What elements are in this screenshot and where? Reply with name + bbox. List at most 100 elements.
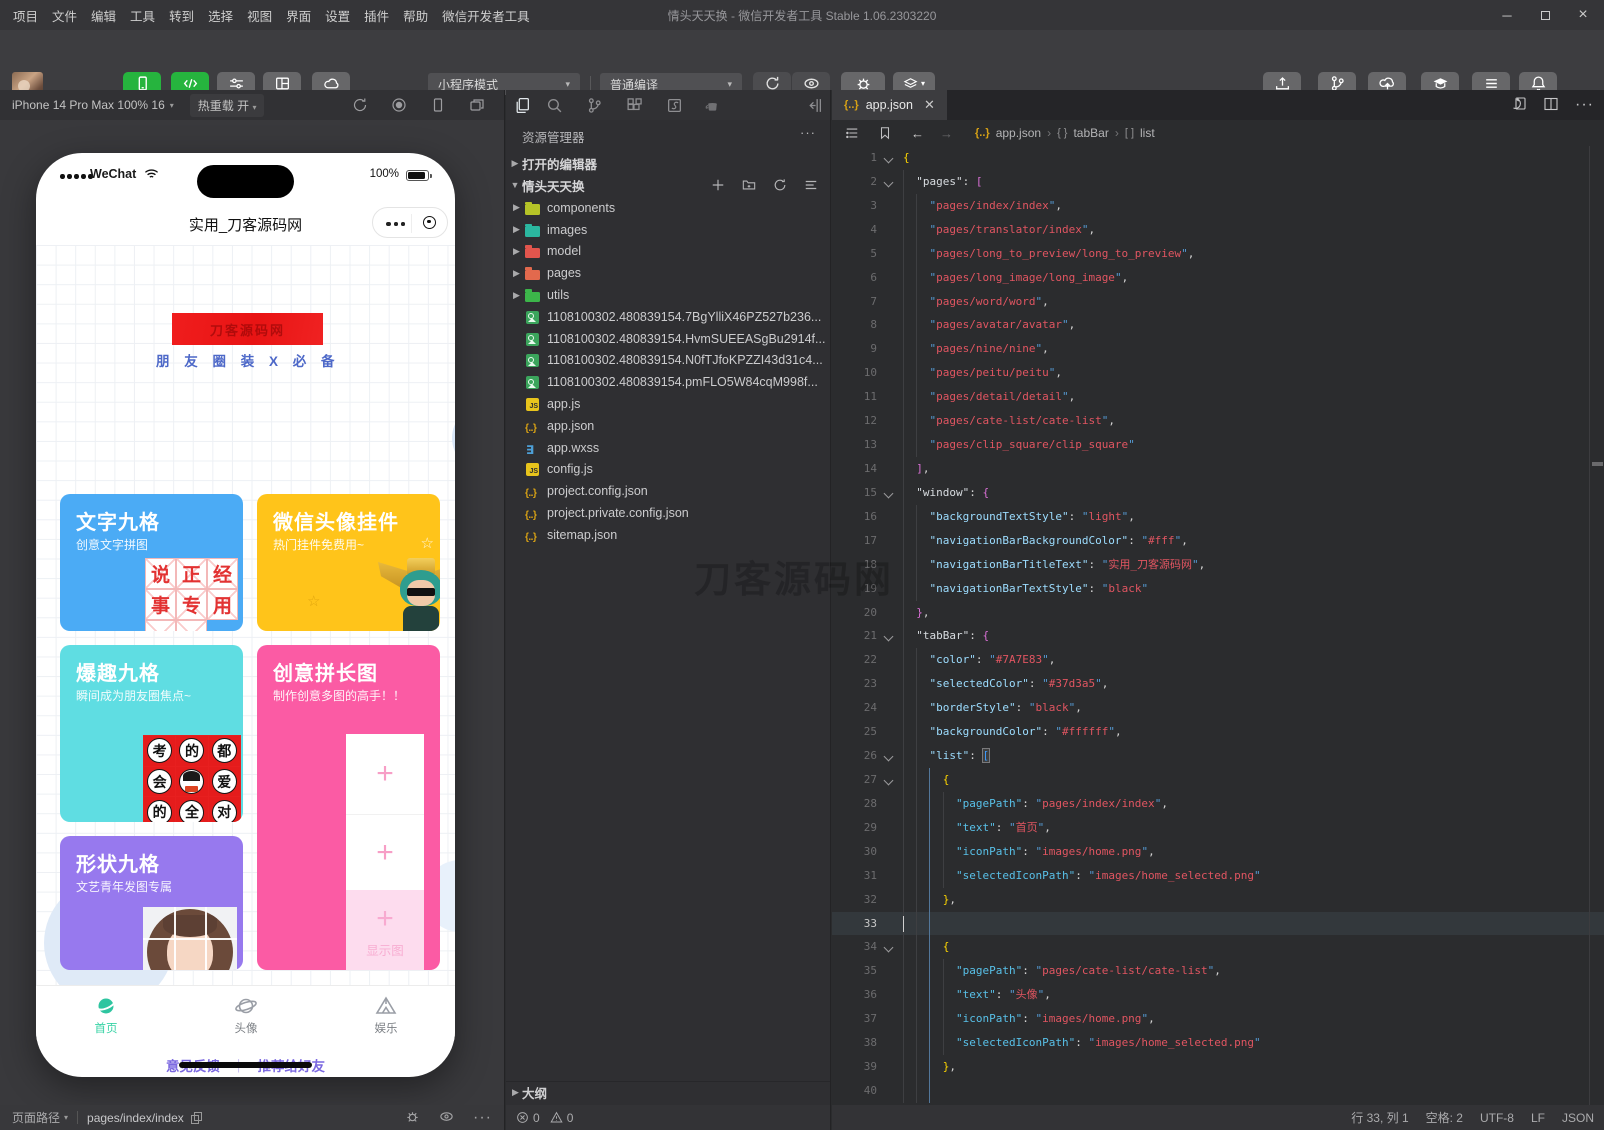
code-line-17[interactable]: 17 "navigationBarBackgroundColor": "#fff… <box>832 529 1604 553</box>
tree-item-1108100302.480839154[interactable]: 1108100302.480839154.N0fTJfoKPZZI43d31c4… <box>506 350 830 372</box>
code-line-36[interactable]: 36 "text": "头像", <box>832 983 1604 1007</box>
tree-item-config.js[interactable]: JSconfig.js <box>506 459 830 481</box>
outline-section[interactable]: ▶大纲 <box>506 1081 830 1103</box>
outline-list-icon[interactable] <box>845 126 859 140</box>
open-changes-icon[interactable] <box>1511 96 1527 114</box>
nav-back-icon[interactable]: ← <box>911 126 924 141</box>
card-3[interactable]: 创意拼长图制作创意多图的高手！！+++显示图 <box>257 645 440 970</box>
record-icon[interactable] <box>391 97 407 113</box>
minimize-button[interactable]: ─ <box>1500 8 1514 23</box>
breadcrumb-file[interactable]: app.json <box>996 126 1041 140</box>
nav-forward-icon[interactable]: → <box>940 126 953 141</box>
menu-0[interactable]: 项目 <box>13 6 38 25</box>
visibility-icon[interactable] <box>439 1109 454 1127</box>
bookmark-icon[interactable] <box>878 126 892 140</box>
files-activity-icon[interactable] <box>514 97 531 114</box>
code-line-20[interactable]: 20 }, <box>832 601 1604 625</box>
git-activity-icon[interactable] <box>586 97 603 114</box>
breadcrumb-node2[interactable]: list <box>1140 126 1155 140</box>
code-line-26[interactable]: 26 "list": [ <box>832 744 1604 768</box>
tree-item-utils[interactable]: ▶utils <box>506 284 830 306</box>
close-button[interactable]: × <box>1576 6 1590 24</box>
refresh-icon[interactable] <box>773 178 787 192</box>
code-line-31[interactable]: 31 "selectedIconPath": "images/home_sele… <box>832 864 1604 888</box>
code-line-2[interactable]: 2 "pages": [ <box>832 170 1604 194</box>
banner-image[interactable]: 刀客源码网 <box>172 313 323 345</box>
code-line-24[interactable]: 24 "borderStyle": "black", <box>832 696 1604 720</box>
tree-item-1108100302.480839154[interactable]: 1108100302.480839154.pmFLO5W84cqM998f... <box>506 371 830 393</box>
phone-tab-0[interactable]: 首页 <box>66 994 146 1036</box>
tree-item-project.private.conf[interactable]: {..}project.private.config.json <box>506 502 830 524</box>
menu-10[interactable]: 帮助 <box>403 6 428 25</box>
status-lang[interactable]: JSON <box>1562 1111 1594 1125</box>
tree-item-components[interactable]: ▶components <box>506 197 830 219</box>
code-line-38[interactable]: 38 "selectedIconPath": "images/home_sele… <box>832 1031 1604 1055</box>
multi-window-icon[interactable] <box>469 97 485 113</box>
project-section[interactable]: ▼情头天天换 <box>506 174 830 196</box>
code-line-27[interactable]: 27 { <box>832 768 1604 792</box>
capsule-menu[interactable] <box>372 207 448 238</box>
code-line-33[interactable]: 33 <box>832 912 1604 936</box>
code-line-8[interactable]: 8 "pages/avatar/avatar", <box>832 313 1604 337</box>
editor-more-icon[interactable]: ··· <box>1575 96 1594 114</box>
code-line-10[interactable]: 10 "pages/peitu/peitu", <box>832 361 1604 385</box>
menu-8[interactable]: 设置 <box>325 6 350 25</box>
device-selector[interactable]: iPhone 14 Pro Max 100% 16 <box>0 98 165 112</box>
card-0[interactable]: 文字九格创意文字拼图说正经事专用 <box>60 494 243 631</box>
tree-item-images[interactable]: ▶images <box>506 219 830 241</box>
code-editor[interactable]: 1{2 "pages": [3 "pages/index/index",4 "p… <box>832 146 1604 1105</box>
more-icon[interactable]: ··· <box>473 1109 492 1127</box>
code-line-5[interactable]: 5 "pages/long_to_preview/long_to_preview… <box>832 242 1604 266</box>
card-4[interactable]: 形状九格文艺青年发图专属 <box>60 836 243 970</box>
tree-item-sitemap.json[interactable]: {..}sitemap.json <box>506 524 830 546</box>
code-line-37[interactable]: 37 "iconPath": "images/home.png", <box>832 1007 1604 1031</box>
code-line-1[interactable]: 1{ <box>832 146 1604 170</box>
code-line-39[interactable]: 39 }, <box>832 1055 1604 1079</box>
errors-count[interactable]: 0 <box>516 1111 540 1125</box>
code-line-3[interactable]: 3 "pages/index/index", <box>832 194 1604 218</box>
code-line-30[interactable]: 30 "iconPath": "images/home.png", <box>832 840 1604 864</box>
code-line-23[interactable]: 23 "selectedColor": "#37d3a5", <box>832 672 1604 696</box>
menu-3[interactable]: 工具 <box>130 6 155 25</box>
tab-appjson[interactable]: {..} app.json ✕ <box>832 90 947 120</box>
code-line-9[interactable]: 9 "pages/nine/nine", <box>832 337 1604 361</box>
explorer-more-icon[interactable]: ··· <box>800 125 816 140</box>
code-line-12[interactable]: 12 "pages/cate-list/cate-list", <box>832 409 1604 433</box>
hot-reload-toggle[interactable]: 热重载 开 ▾ <box>190 94 265 117</box>
tree-item-model[interactable]: ▶model <box>506 241 830 263</box>
code-line-6[interactable]: 6 "pages/long_image/long_image", <box>832 266 1604 290</box>
code-line-25[interactable]: 25 "backgroundColor": "#ffffff", <box>832 720 1604 744</box>
tree-item-app.js[interactable]: JSapp.js <box>506 393 830 415</box>
debug-icon[interactable] <box>405 1109 420 1127</box>
status-eol[interactable]: LF <box>1531 1111 1545 1125</box>
status-encoding[interactable]: UTF-8 <box>1480 1111 1514 1125</box>
code-line-7[interactable]: 7 "pages/word/word", <box>832 290 1604 314</box>
code-line-28[interactable]: 28 "pagePath": "pages/index/index", <box>832 792 1604 816</box>
code-line-29[interactable]: 29 "text": "首页", <box>832 816 1604 840</box>
npm-activity-icon[interactable] <box>666 97 683 114</box>
code-line-16[interactable]: 16 "backgroundTextStyle": "light", <box>832 505 1604 529</box>
new-folder-icon[interactable] <box>742 178 756 192</box>
tree-item-app.wxss[interactable]: ∃app.wxss <box>506 437 830 459</box>
open-editors-section[interactable]: ▶打开的编辑器 <box>506 152 830 174</box>
tree-item-project.config.json[interactable]: {..}project.config.json <box>506 480 830 502</box>
phone-tab-1[interactable]: 头像 <box>206 994 286 1036</box>
breadcrumb-node[interactable]: tabBar <box>1073 126 1108 140</box>
code-line-14[interactable]: 14 ], <box>832 457 1604 481</box>
code-line-19[interactable]: 19 "navigationBarTextStyle": "black" <box>832 577 1604 601</box>
menu-2[interactable]: 编辑 <box>91 6 116 25</box>
code-line-11[interactable]: 11 "pages/detail/detail", <box>832 385 1604 409</box>
rotate-icon[interactable] <box>352 97 368 113</box>
code-line-32[interactable]: 32 }, <box>832 888 1604 912</box>
code-line-34[interactable]: 34 { <box>832 935 1604 959</box>
menu-11[interactable]: 微信开发者工具 <box>442 6 530 25</box>
code-line-13[interactable]: 13 "pages/clip_square/clip_square" <box>832 433 1604 457</box>
new-file-icon[interactable] <box>711 178 725 192</box>
menu-5[interactable]: 选择 <box>208 6 233 25</box>
code-line-35[interactable]: 35 "pagePath": "pages/cate-list/cate-lis… <box>832 959 1604 983</box>
tree-item-1108100302.480839154[interactable]: 1108100302.480839154.7BgYlliX46PZ527b236… <box>506 306 830 328</box>
collapse-all-icon[interactable] <box>804 178 818 192</box>
maximize-button[interactable] <box>1538 8 1552 23</box>
search-activity-icon[interactable] <box>546 97 563 114</box>
menu-9[interactable]: 插件 <box>364 6 389 25</box>
